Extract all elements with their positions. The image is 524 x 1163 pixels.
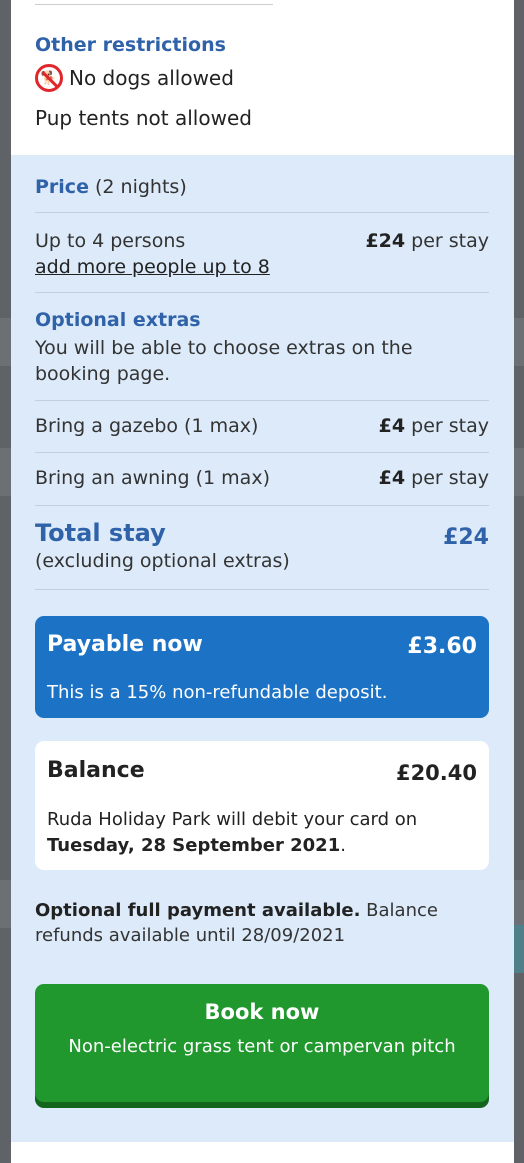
price-heading: Price (2 nights): [35, 176, 489, 198]
optional-extras-title: Optional extras: [35, 309, 201, 331]
total-title: Total stay: [35, 519, 166, 547]
no-dogs-icon: 🐕: [35, 64, 63, 92]
balance-description: Ruda Holiday Park will debit your card o…: [47, 809, 418, 856]
optional-extras-description: You will be able to choose extras on the…: [35, 337, 413, 385]
no-dogs-text: No dogs allowed: [69, 66, 234, 90]
balance-title: Balance: [47, 758, 145, 783]
optional-payment-note: Optional full payment available. Balance…: [35, 898, 475, 948]
book-now-button[interactable]: Book now Non-electric grass tent or camp…: [35, 984, 489, 1102]
extra-item-row: Bring an awning (1 max) £4 per stay: [35, 467, 489, 489]
balance-card: Balance £20.40 Ruda Holiday Park will de…: [35, 741, 489, 870]
total-subtitle: (excluding optional extras): [35, 550, 290, 572]
persons-price: £24 per stay: [365, 230, 489, 252]
payable-now-description: This is a 15% non-refundable deposit.: [47, 682, 388, 703]
balance-amount: £20.40: [395, 761, 477, 785]
price-nights: (2 nights): [88, 176, 187, 198]
payable-now-title: Payable now: [47, 632, 203, 657]
extra-item-label: Bring a gazebo (1 max): [35, 415, 259, 437]
no-dogs-row: 🐕 No dogs allowed: [35, 64, 234, 92]
divider: [35, 292, 489, 293]
payable-now-card: Payable now £3.60 This is a 15% non-refu…: [35, 616, 489, 718]
pricing-section: Price (2 nights) Up to 4 persons £24 per…: [11, 155, 514, 1142]
price-title: Price: [35, 176, 89, 198]
add-people-row: add more people up to 8: [35, 256, 489, 278]
balance-date: Tuesday, 28 September 2021: [47, 835, 341, 856]
extra-item-row: Bring a gazebo (1 max) £4 per stay: [35, 415, 489, 437]
divider: [35, 505, 489, 506]
divider: [35, 452, 489, 453]
optional-payment-bold: Optional full payment available.: [35, 900, 361, 921]
divider: [35, 400, 489, 401]
total-amount: £24: [443, 525, 489, 550]
pup-tents-text: Pup tents not allowed: [35, 106, 252, 130]
book-now-label: Book now: [204, 1000, 320, 1024]
divider: [35, 4, 273, 5]
book-now-sublabel: Non-electric grass tent or campervan pit…: [68, 1036, 456, 1057]
divider: [35, 212, 489, 213]
pitch-details-panel: Other restrictions 🐕 No dogs allowed Pup…: [11, 0, 514, 1163]
extra-item-label: Bring an awning (1 max): [35, 467, 270, 489]
persons-label: Up to 4 persons: [35, 230, 186, 252]
divider: [35, 589, 489, 590]
extra-item-price: £4 per stay: [378, 415, 489, 437]
add-more-people-link[interactable]: add more people up to 8: [35, 256, 270, 278]
persons-row: Up to 4 persons £24 per stay: [35, 230, 489, 252]
restrictions-title: Other restrictions: [35, 34, 226, 56]
extra-item-price: £4 per stay: [378, 467, 489, 489]
payable-now-amount: £3.60: [407, 634, 477, 659]
total-row: Total stay (excluding optional extras) £…: [35, 519, 489, 572]
